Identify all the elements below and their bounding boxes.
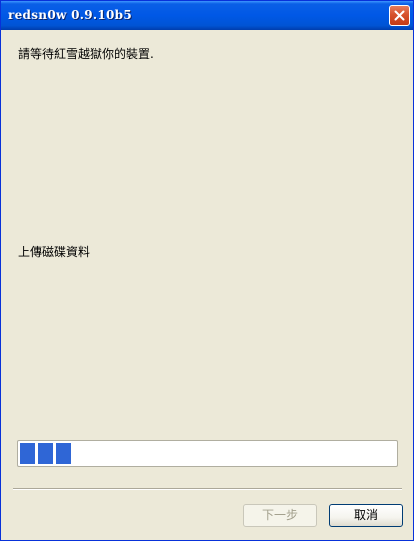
cancel-button[interactable]: 取消 (329, 504, 403, 527)
progress-track (20, 443, 395, 464)
separator (13, 488, 402, 490)
status-message: 上傳磁碟資料 (18, 245, 91, 259)
close-button[interactable] (389, 5, 410, 26)
wait-message: 請等待紅雪越獄你的裝置. (18, 47, 154, 61)
progress-fill (20, 443, 73, 464)
dialog-body: 請等待紅雪越獄你的裝置. 上傳磁碟資料 下一步 取消 (1, 30, 413, 540)
close-icon (394, 10, 405, 21)
redsn0w-window: redsn0w 0.9.10b5 請等待紅雪越獄你的裝置. 上傳磁碟資料 下一步… (0, 0, 414, 541)
next-button[interactable]: 下一步 (243, 504, 317, 527)
progress-bar (17, 440, 398, 467)
window-title: redsn0w 0.9.10b5 (8, 8, 132, 22)
title-bar[interactable]: redsn0w 0.9.10b5 (1, 1, 413, 30)
